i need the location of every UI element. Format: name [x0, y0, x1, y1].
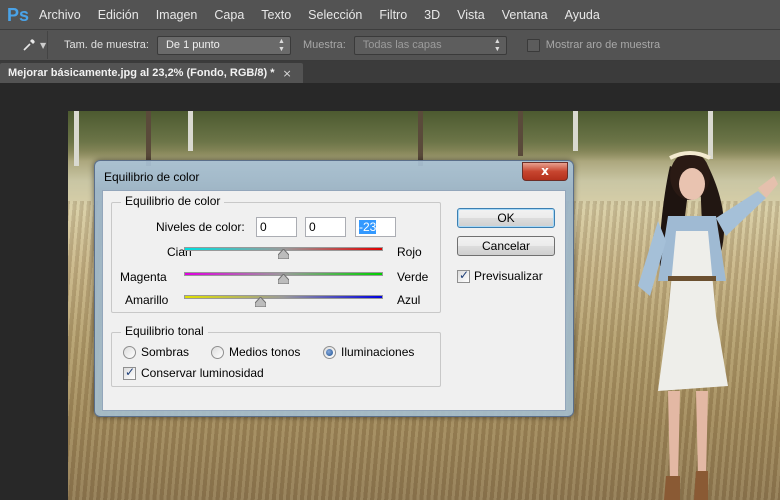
- menu-imagen[interactable]: Imagen: [156, 8, 198, 22]
- tree-trunk: [188, 111, 193, 151]
- magenta-green-slider-thumb[interactable]: [278, 274, 289, 284]
- slider-blue-label: Azul: [397, 293, 421, 307]
- tree-trunk: [146, 111, 151, 166]
- document-tab-bar: Mejorar básicamente.jpg al 23,2% (Fondo,…: [0, 61, 780, 83]
- radio-highlights-label: Iluminaciones: [341, 345, 415, 359]
- close-icon[interactable]: ×: [283, 67, 292, 80]
- sample-select[interactable]: Todas las capas ▲ ▼: [353, 35, 507, 55]
- slider-red-label: Rojo: [397, 245, 422, 259]
- menu-filtro[interactable]: Filtro: [379, 8, 407, 22]
- color-balance-group: Equilibrio de color Niveles de color: 0 …: [111, 194, 441, 313]
- eyedropper-icon: [23, 39, 35, 51]
- preview-checkbox[interactable]: ✓: [457, 268, 470, 283]
- document-tab-title: Mejorar básicamente.jpg al 23,2% (Fondo,…: [8, 67, 275, 79]
- preserve-luminosity-label: Conservar luminosidad: [141, 366, 264, 380]
- sample-label: Muestra:: [302, 39, 346, 51]
- yellow-blue-slider-thumb[interactable]: [255, 297, 266, 307]
- cyan-red-slider-thumb[interactable]: [278, 249, 289, 259]
- chevron-down-icon: ▼: [40, 40, 47, 50]
- show-ring-checkbox[interactable]: [526, 38, 540, 52]
- level-cyan-red-input[interactable]: 0: [256, 217, 297, 237]
- tree-trunk: [573, 111, 578, 151]
- slider-magenta-label: Magenta: [120, 270, 167, 284]
- menu-texto[interactable]: Texto: [261, 8, 291, 22]
- color-balance-group-title: Equilibrio de color: [121, 194, 225, 208]
- photoshop-logo: Ps: [7, 4, 30, 25]
- tree-trunk: [74, 111, 79, 166]
- show-ring-label: Mostrar aro de muestra: [545, 39, 661, 51]
- radio-highlights[interactable]: [323, 346, 336, 359]
- sample-value: Todas las capas: [362, 38, 442, 51]
- woman-figure: [638, 151, 778, 500]
- slider-green-label: Verde: [397, 270, 429, 284]
- radio-midtones[interactable]: [211, 346, 224, 359]
- dialog-body: Equilibrio de color Niveles de color: 0 …: [102, 190, 566, 411]
- menu-capa[interactable]: Capa: [214, 8, 244, 22]
- preserve-luminosity-checkbox[interactable]: ✓: [123, 365, 136, 380]
- tone-balance-group: Equilibrio tonal Sombras Medios tonos Il…: [111, 324, 441, 387]
- updown-arrows-icon: ▲ ▼: [493, 37, 501, 53]
- radio-shadows-label: Sombras: [141, 345, 190, 359]
- sample-size-value: De 1 punto: [165, 38, 220, 51]
- level-magenta-green-input[interactable]: 0: [305, 217, 346, 237]
- menu-seleccion[interactable]: Selección: [308, 8, 362, 22]
- sample-size-label: Tam. de muestra:: [64, 39, 149, 51]
- checkmark-icon: ✓: [459, 268, 470, 282]
- sample-size-select[interactable]: De 1 punto ▲ ▼: [156, 35, 291, 55]
- close-button[interactable]: x: [522, 162, 568, 181]
- preview-label: Previsualizar: [474, 269, 543, 283]
- menu-ayuda[interactable]: Ayuda: [565, 8, 600, 22]
- cancel-button[interactable]: Cancelar: [457, 236, 555, 256]
- document-tab[interactable]: Mejorar básicamente.jpg al 23,2% (Fondo,…: [0, 63, 303, 83]
- ok-button[interactable]: OK: [457, 208, 555, 228]
- dialog-title: Equilibrio de color: [104, 170, 200, 184]
- slider-yellow-label: Amarillo: [125, 293, 169, 307]
- yellow-blue-slider[interactable]: [184, 295, 383, 299]
- tree-trunk: [418, 111, 423, 166]
- tree-trunk: [518, 111, 523, 156]
- menu-vista[interactable]: Vista: [457, 8, 485, 22]
- options-bar: ▼ Tam. de muestra: De 1 punto ▲ ▼ Muestra…: [0, 29, 780, 61]
- color-levels-label: Niveles de color:: [156, 220, 245, 234]
- tone-balance-group-title: Equilibrio tonal: [121, 324, 208, 338]
- menu-3d[interactable]: 3D: [424, 8, 440, 22]
- updown-arrows-icon: ▲ ▼: [278, 37, 285, 53]
- radio-midtones-label: Medios tonos: [229, 345, 301, 359]
- menu-ventana[interactable]: Ventana: [502, 8, 548, 22]
- menu-bar: Ps Archivo Edición Imagen Capa Texto Sel…: [0, 0, 780, 29]
- tool-preset-picker[interactable]: ▼: [8, 31, 48, 59]
- menu-edicion[interactable]: Edición: [98, 8, 139, 22]
- radio-shadows[interactable]: [123, 346, 136, 359]
- menu-archivo[interactable]: Archivo: [39, 8, 81, 22]
- level-yellow-blue-input[interactable]: -23: [355, 217, 396, 237]
- checkmark-icon: ✓: [125, 365, 136, 379]
- color-balance-dialog: Equilibrio de color x Equilibrio de colo…: [94, 160, 574, 417]
